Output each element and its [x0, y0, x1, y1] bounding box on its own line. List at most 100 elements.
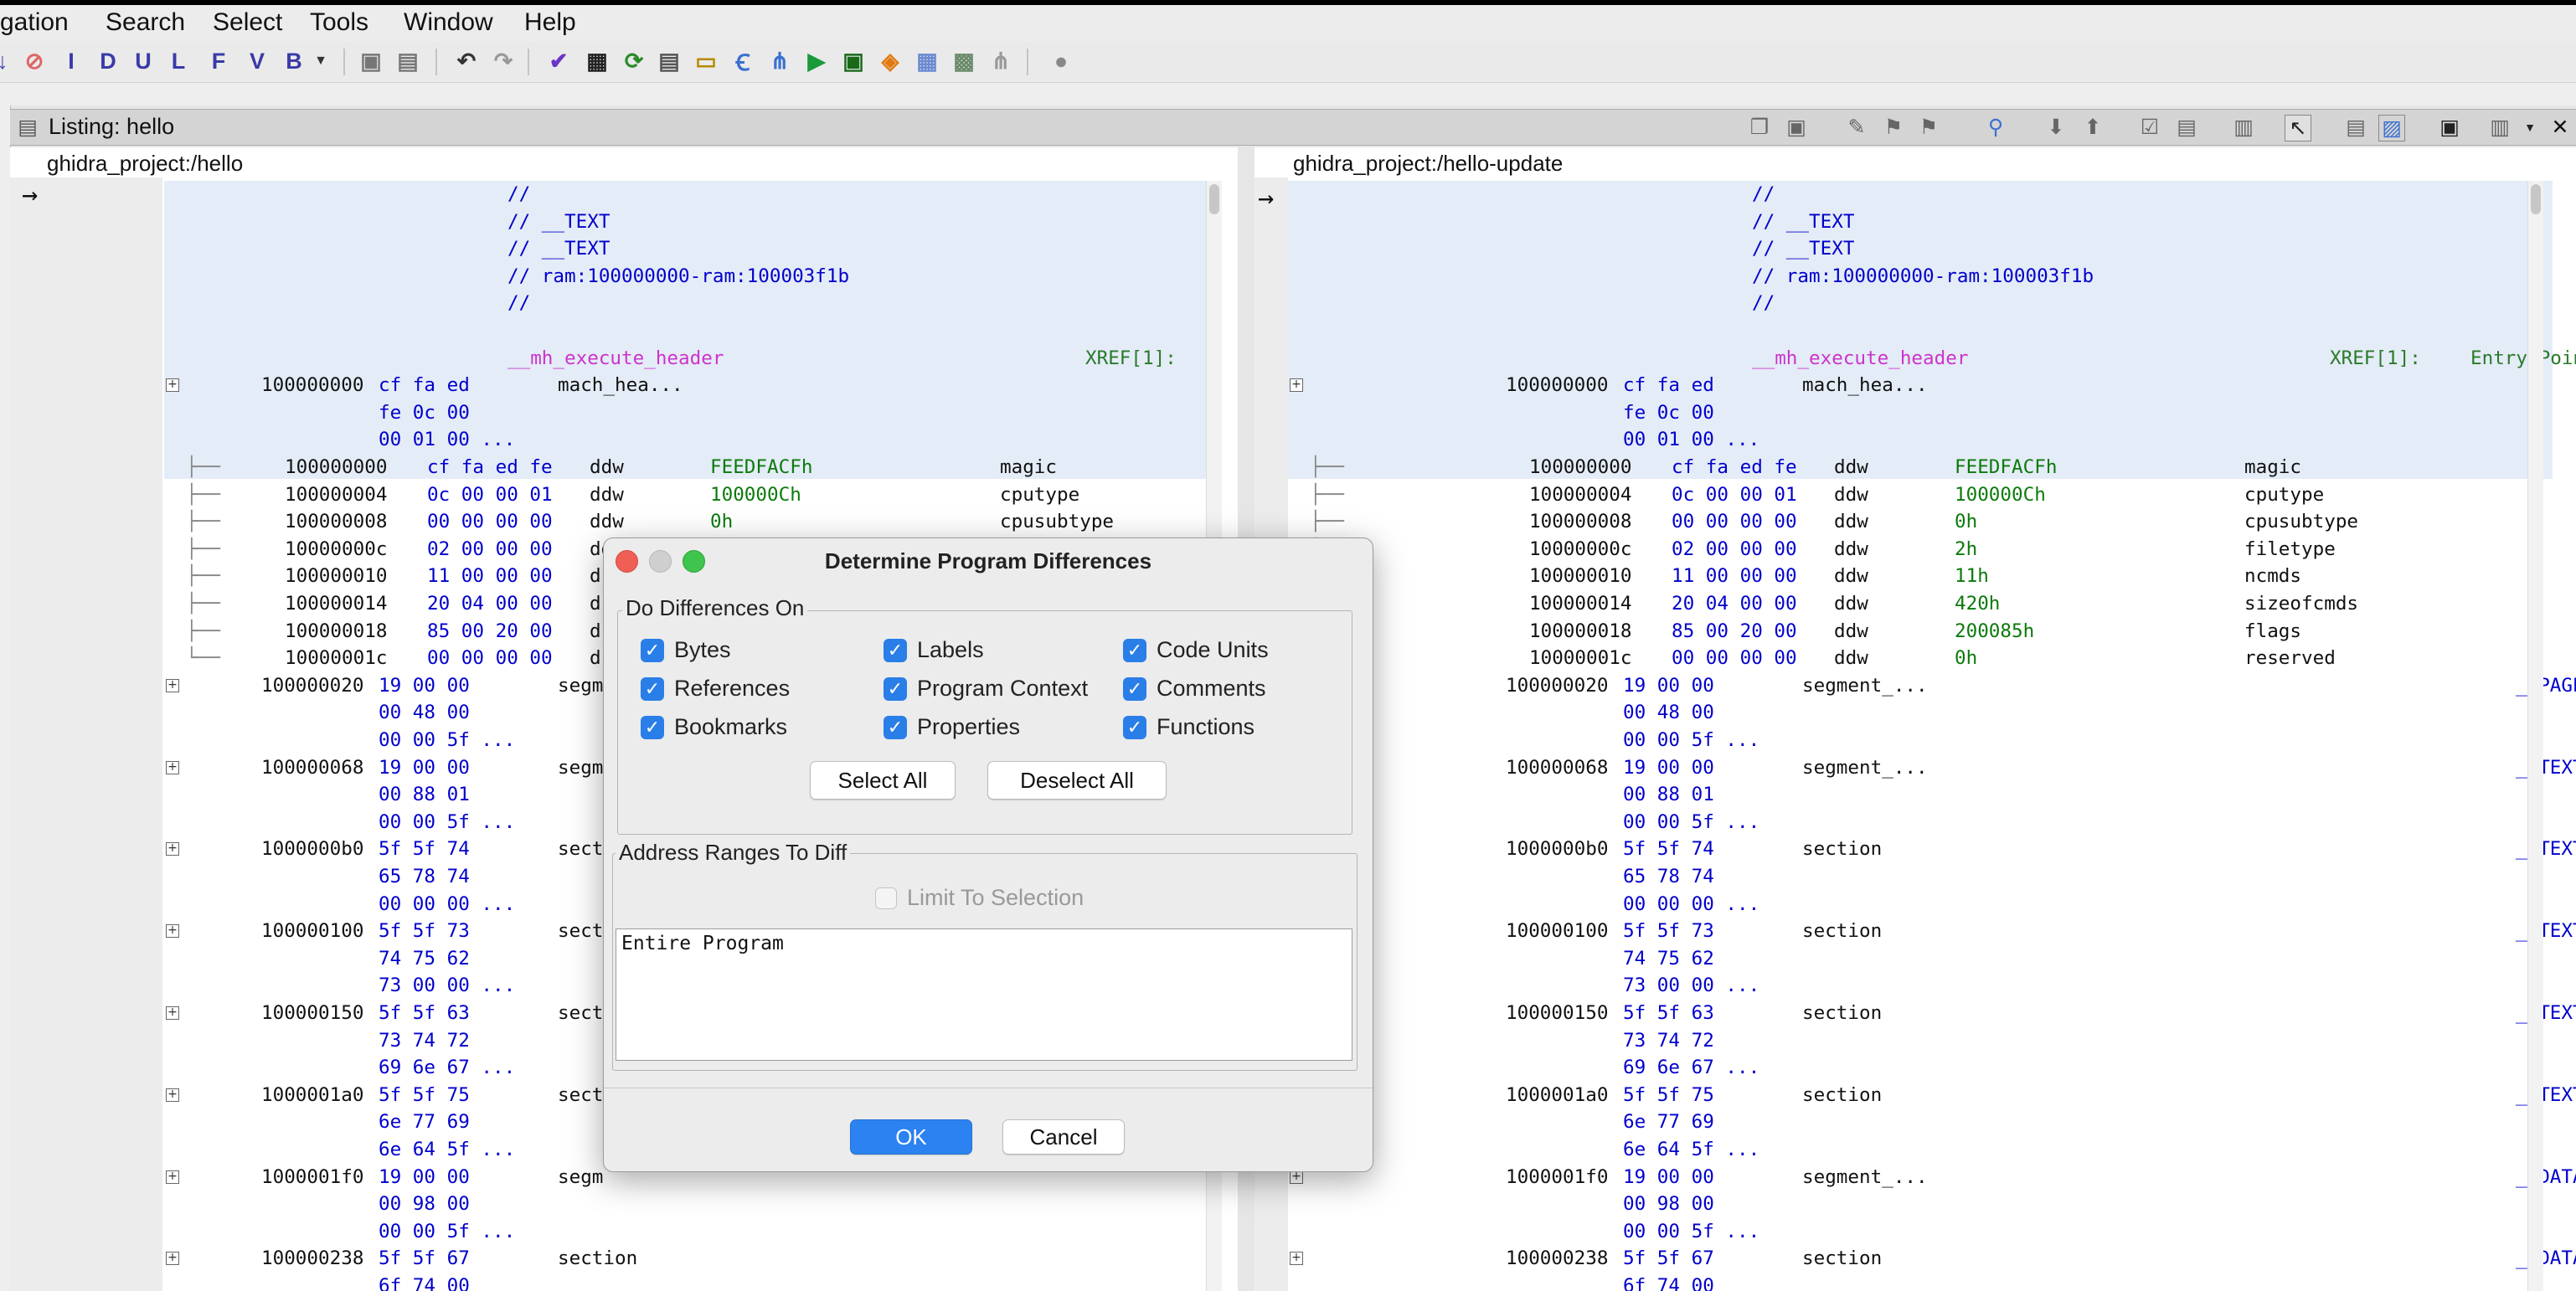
checkbox-comments[interactable]: ✓ Comments: [1123, 676, 1266, 702]
bookmark-icon[interactable]: ⚑: [1881, 115, 1906, 140]
expand-toggle[interactable]: +: [1290, 1252, 1303, 1266]
save-icon[interactable]: ▩: [950, 47, 978, 75]
cancel-button[interactable]: Cancel: [1002, 1119, 1125, 1155]
menu-help[interactable]: Help: [524, 8, 576, 37]
redo-icon[interactable]: ↷: [489, 47, 518, 75]
toolbar-l-icon[interactable]: L: [164, 47, 193, 75]
toolbar-i-icon[interactable]: I: [57, 47, 85, 75]
clear-code-icon[interactable]: ▤: [394, 47, 422, 75]
menu-search[interactable]: Search: [106, 8, 185, 37]
clipboard-icon[interactable]: ▥: [2231, 115, 2256, 140]
address-range-textarea[interactable]: Entire Program: [616, 928, 1352, 1061]
tag-icon[interactable]: ⚑: [1916, 115, 1941, 140]
block-bytes: 65 78 74: [1623, 866, 1714, 887]
block-bytes: 6e 64 5f ...: [1623, 1139, 1760, 1160]
limit-to-selection-checkbox[interactable]: Limit To Selection: [875, 885, 1084, 911]
tree-icon[interactable]: ⋔: [987, 47, 1015, 75]
right-scrollbar[interactable]: [2527, 181, 2543, 1291]
expand-toggle[interactable]: +: [166, 760, 179, 774]
checkbox-program-context[interactable]: ✓ Program Context: [884, 676, 1088, 702]
right-listing-pane[interactable]: ghidra_project:/hello-update → // // __TE…: [1255, 147, 2576, 1291]
chevron-down-icon[interactable]: ▼: [307, 47, 335, 75]
field-icon[interactable]: ▤: [2343, 115, 2368, 140]
window-menu-icon[interactable]: ▥: [2487, 115, 2512, 140]
toolbar-f-icon[interactable]: F: [204, 47, 233, 75]
undo-icon[interactable]: ↶: [452, 47, 481, 75]
byte-values: fe 0c 00: [379, 401, 470, 424]
expand-toggle[interactable]: +: [166, 1006, 179, 1020]
toolbar-d-icon[interactable]: D: [94, 47, 122, 75]
toolbar-u-icon[interactable]: U: [129, 47, 157, 75]
graph-icon[interactable]: ▨: [2378, 115, 2405, 141]
paste-icon[interactable]: ▣: [1784, 115, 1809, 140]
prev-diff-icon[interactable]: ⬆: [2080, 115, 2105, 140]
right-program-path: ghidra_project:/hello-update: [1293, 151, 1564, 176]
chat-icon[interactable]: ●: [1047, 47, 1075, 75]
folder-icon[interactable]: ▭: [692, 47, 720, 75]
expand-toggle[interactable]: +: [166, 1170, 179, 1184]
left-scroll-thumb[interactable]: [1209, 184, 1219, 214]
table-icon[interactable]: ▦: [913, 47, 941, 75]
block-address: 100000068: [1506, 756, 1609, 779]
field-value: FEEDFACFh: [1955, 456, 2058, 478]
run-icon[interactable]: ▶: [802, 47, 831, 75]
select-all-button[interactable]: Select All: [810, 761, 956, 800]
menu-select[interactable]: Select: [213, 8, 282, 37]
disassemble-icon[interactable]: ▣: [357, 47, 385, 75]
toolbar-v-icon[interactable]: V: [243, 47, 271, 75]
expand-toggle[interactable]: +: [166, 924, 179, 939]
stop-icon[interactable]: ⊘: [20, 47, 49, 75]
deselect-all-button[interactable]: Deselect All: [987, 761, 1167, 800]
checkbox-functions[interactable]: ✓ Functions: [1123, 714, 1255, 740]
details-icon[interactable]: ▤: [2174, 115, 2199, 140]
expand-toggle[interactable]: +: [166, 842, 179, 856]
field-mnemonic: ddw: [1834, 593, 1868, 615]
chevron-down-icon[interactable]: ▼: [2517, 115, 2543, 140]
checkbox-bookmarks[interactable]: ✓ Bookmarks: [641, 714, 787, 740]
cursor-icon[interactable]: ↖: [2285, 115, 2311, 141]
checkbox-code-units[interactable]: ✓ Code Units: [1123, 637, 1269, 663]
terminal-icon[interactable]: ▣: [839, 47, 868, 75]
menu-tools[interactable]: Tools: [310, 8, 368, 37]
right-scroll-thumb[interactable]: [2531, 184, 2541, 214]
expand-toggle[interactable]: +: [166, 678, 179, 692]
refresh-icon[interactable]: ⟳: [620, 47, 648, 75]
checkmark-icon[interactable]: ✔: [544, 47, 573, 75]
block-bytes: 00 00 00 ...: [379, 892, 516, 915]
close-icon[interactable]: ✕: [2548, 115, 2573, 140]
binary-icon[interactable]: ▦: [583, 47, 611, 75]
menu-navigation[interactable]: gation: [0, 8, 69, 37]
decompile-icon[interactable]: Ꞓ: [729, 47, 757, 75]
camera-icon[interactable]: ▣: [2437, 115, 2462, 140]
checkbox-properties[interactable]: ✓ Properties: [884, 714, 1020, 740]
block-address: 100000068: [261, 756, 364, 779]
xref-label: XREF[1]:: [2330, 347, 2421, 369]
next-diff-icon[interactable]: ⬇: [2043, 115, 2069, 140]
field-bytes: 00 00 00 00: [1672, 511, 1797, 533]
listing-icon[interactable]: ▤: [655, 47, 683, 75]
copy-icon[interactable]: ❐: [1747, 115, 1772, 140]
diamond-icon[interactable]: ◈: [876, 47, 904, 75]
function-graph-icon[interactable]: ⋔: [765, 47, 794, 75]
menu-window[interactable]: Window: [404, 8, 493, 37]
field-name: sizeofcmds: [2244, 593, 2359, 615]
checkbox-labels[interactable]: ✓ Labels: [884, 637, 984, 663]
field-mnemonic: d: [590, 620, 601, 642]
block-address: 100000150: [261, 1002, 364, 1024]
ok-button[interactable]: OK: [850, 1119, 972, 1155]
checkbox-bytes[interactable]: ✓ Bytes: [641, 637, 731, 663]
arrow-down-icon[interactable]: ↓: [0, 47, 17, 75]
right-code-area[interactable]: // // __TEXT // __TEXT // ram:100000000-ram…: [1288, 181, 2576, 1291]
search-icon[interactable]: ⚲: [1983, 115, 2008, 140]
block-bytes: 6f 74 00: [1623, 1275, 1714, 1291]
collapse-toggle[interactable]: +: [166, 378, 179, 393]
expand-toggle[interactable]: +: [166, 1088, 179, 1102]
collapse-toggle[interactable]: +: [1290, 378, 1303, 393]
apply-icon[interactable]: ☑: [2137, 115, 2162, 140]
edit-icon[interactable]: ✎: [1844, 115, 1869, 140]
expand-toggle[interactable]: +: [166, 1252, 179, 1266]
field-mnemonic: d: [590, 565, 601, 588]
checkbox-references[interactable]: ✓ References: [641, 676, 790, 702]
block-name: __DATA_CONST: [2516, 1165, 2576, 1188]
toolbar-b-icon[interactable]: B: [280, 47, 308, 75]
